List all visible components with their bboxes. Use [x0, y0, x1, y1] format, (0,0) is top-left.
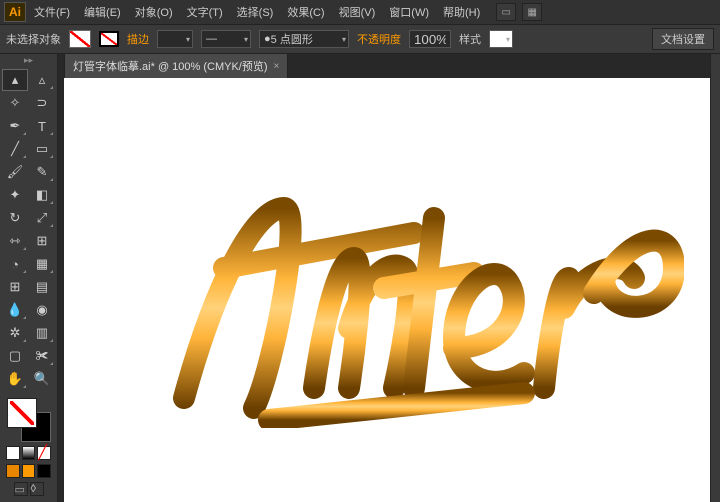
menu-type[interactable]: 文字(T) — [181, 1, 229, 23]
layout-icon[interactable]: ▭ — [496, 3, 516, 21]
gradient-tool[interactable]: ▤ — [29, 276, 55, 298]
fill-color[interactable] — [7, 398, 37, 428]
mesh-tool[interactable]: ⊞ — [2, 276, 28, 298]
stroke-swatch[interactable] — [99, 31, 119, 47]
perspective-tool[interactable]: ▦ — [29, 253, 55, 275]
none-mode-icon[interactable]: ╱ — [37, 446, 51, 460]
graph-tool[interactable]: ▥ — [29, 322, 55, 344]
opacity-label: 不透明度 — [357, 31, 401, 47]
width-tool[interactable]: ⇿ — [2, 230, 28, 252]
menu-effect[interactable]: 效果(C) — [281, 1, 330, 23]
pen-tool[interactable]: ✒ — [2, 115, 28, 137]
brush-dropdown[interactable]: ● 5 点圆形 — [259, 30, 349, 48]
scale-tool[interactable]: ⤢ — [29, 207, 55, 229]
blend-tool[interactable]: ◉ — [29, 299, 55, 321]
document-tab[interactable]: 灯管字体临摹.ai* @ 100% (CMYK/预览) × — [64, 53, 288, 78]
gradient-mode-icon[interactable] — [22, 446, 36, 460]
hand-tool[interactable]: ✋ — [2, 368, 28, 390]
line-tool[interactable]: ╱ — [2, 138, 28, 160]
style-label: 样式 — [459, 31, 481, 47]
lasso-tool[interactable]: ⊃ — [29, 92, 55, 114]
magic-wand-tool[interactable]: ✧ — [2, 92, 28, 114]
arrange-icon[interactable]: ▦ — [522, 3, 542, 21]
type-tool[interactable]: T — [29, 115, 55, 137]
draw-mode-icon[interactable]: ◊ — [30, 482, 44, 496]
menu-object[interactable]: 对象(O) — [129, 1, 179, 23]
toolbox-grip[interactable]: ▸▸ — [0, 54, 57, 67]
panel-dock[interactable] — [710, 54, 720, 502]
fill-stroke-control[interactable] — [7, 398, 51, 442]
pencil-tool[interactable]: ✎ — [29, 161, 55, 183]
screen-mode-icon[interactable]: ▭ — [14, 482, 28, 496]
free-transform-tool[interactable]: ⊞ — [29, 230, 55, 252]
document-setup-button[interactable]: 文档设置 — [652, 28, 714, 50]
color-mode-icon[interactable] — [6, 446, 20, 460]
paintbrush-tool[interactable]: 🖌 — [2, 161, 28, 183]
menu-help[interactable]: 帮助(H) — [437, 1, 486, 23]
recent-swatch-2[interactable] — [22, 464, 36, 478]
symbol-sprayer-tool[interactable]: ✲ — [2, 322, 28, 344]
direct-selection-tool[interactable]: ▵ — [29, 69, 55, 91]
close-tab-icon[interactable]: × — [274, 61, 280, 72]
blob-brush-tool[interactable]: ✦ — [2, 184, 28, 206]
recent-swatch-1[interactable] — [6, 464, 20, 478]
menu-edit[interactable]: 编辑(E) — [78, 1, 127, 23]
eyedropper-tool[interactable]: 💧 — [2, 299, 28, 321]
brush-value: 5 点圆形 — [271, 31, 313, 47]
rectangle-tool[interactable]: ▭ — [29, 138, 55, 160]
eraser-tool[interactable]: ◧ — [29, 184, 55, 206]
fill-swatch[interactable] — [69, 30, 91, 48]
document-tab-title: 灯管字体临摹.ai* @ 100% (CMYK/预览) — [73, 58, 268, 74]
app-logo: Ai — [4, 2, 26, 22]
menu-view[interactable]: 视图(V) — [333, 1, 382, 23]
artwork-inter — [154, 138, 684, 428]
shape-builder-tool[interactable]: ◔ — [2, 253, 28, 275]
rotate-tool[interactable]: ↻ — [2, 207, 28, 229]
style-dropdown[interactable] — [489, 30, 513, 48]
menu-file[interactable]: 文件(F) — [28, 1, 76, 23]
toolbox: ▸▸ ▴ ▵ ✧ ⊃ ✒ T ╱ ▭ 🖌 ✎ ✦ ◧ ↻ ⤢ ⇿ ⊞ ◔ ▦ ⊞… — [0, 54, 58, 502]
recent-swatch-3[interactable] — [37, 464, 51, 478]
selection-status: 未选择对象 — [6, 31, 61, 47]
stroke-weight-dropdown[interactable] — [157, 30, 193, 48]
menu-select[interactable]: 选择(S) — [231, 1, 280, 23]
stroke-label: 描边 — [127, 31, 149, 47]
zoom-tool[interactable]: 🔍 — [29, 368, 55, 390]
artboard-tool[interactable]: ▢ — [2, 345, 28, 367]
selection-tool[interactable]: ▴ — [2, 69, 28, 91]
canvas[interactable] — [64, 78, 710, 502]
profile-dropdown[interactable]: — — [201, 30, 251, 48]
slice-tool[interactable]: ✀ — [29, 345, 55, 367]
menu-window[interactable]: 窗口(W) — [383, 1, 435, 23]
opacity-input[interactable] — [409, 30, 451, 48]
